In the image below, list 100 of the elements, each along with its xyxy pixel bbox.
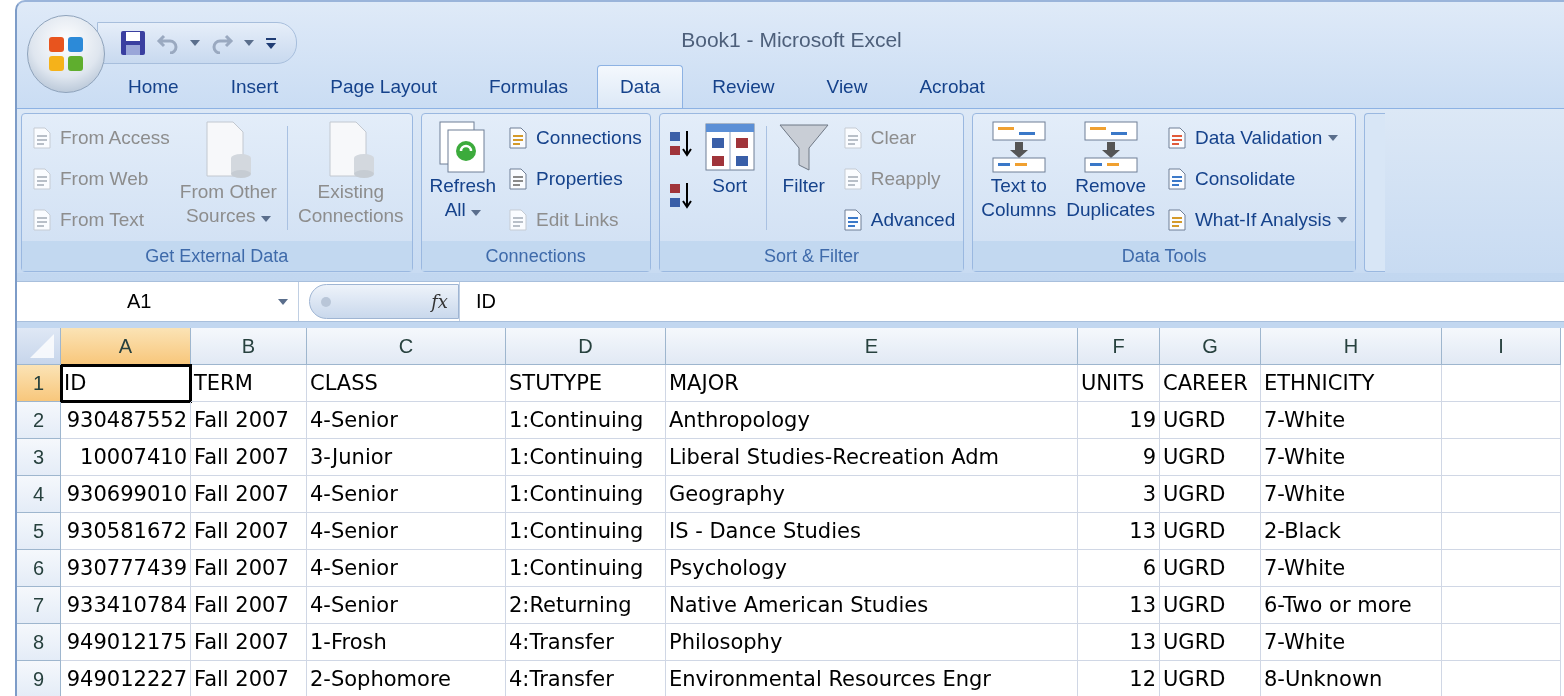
table-cell: UGRD <box>1160 587 1261 624</box>
table-cell: 930777439 <box>61 550 191 587</box>
row-header[interactable]: 4 <box>17 476 61 513</box>
table-cell: Liberal Studies-Recreation Adm <box>666 439 1078 476</box>
column-header[interactable]: F <box>1078 328 1160 365</box>
dropdown-caret-icon <box>278 298 288 305</box>
table-cell: Environmental Resources Engr <box>666 661 1078 696</box>
column-header[interactable]: H <box>1261 328 1442 365</box>
table-cell: 13 <box>1078 513 1160 550</box>
ribbon-button[interactable]: Consolidate <box>1164 161 1348 197</box>
table-cell: 4:Transfer <box>506 661 666 696</box>
table-cell: 930581672 <box>61 513 191 550</box>
table-cell: 4-Senior <box>307 402 506 439</box>
table-cell: UGRD <box>1160 513 1261 550</box>
document-icon <box>30 125 54 150</box>
customize-toolbar-icon[interactable] <box>264 36 278 50</box>
table-cell: Geography <box>666 476 1078 513</box>
table-cell: 3 <box>1078 476 1160 513</box>
column-header[interactable]: A <box>61 328 191 365</box>
table-cell: UGRD <box>1160 661 1261 696</box>
ribbon-button[interactable]: Advanced <box>840 202 956 238</box>
table-cell: CLASS <box>307 365 506 402</box>
ribbon-large-button[interactable]: Sort <box>703 120 756 199</box>
table-cell: 4-Senior <box>307 476 506 513</box>
table-cell: 6-Two or more <box>1261 587 1442 624</box>
column-header[interactable]: I <box>1442 328 1561 365</box>
group-title: Connections <box>421 241 650 272</box>
table-cell: Fall 2007 <box>191 624 307 661</box>
document-icon <box>30 166 54 191</box>
table-cell: 13 <box>1078 587 1160 624</box>
name-box[interactable]: A1 <box>17 282 299 321</box>
group-title: Sort & Filter <box>659 241 964 272</box>
table-cell: 7-White <box>1261 624 1442 661</box>
table-cell: 949012175 <box>61 624 191 661</box>
table-cell: UGRD <box>1160 550 1261 587</box>
column-header[interactable]: C <box>307 328 506 365</box>
table-cell: Fall 2007 <box>191 513 307 550</box>
ribbon-large-button[interactable]: Remove Duplicates <box>1066 120 1155 223</box>
ribbon-tab[interactable]: Review <box>689 66 798 109</box>
table-cell: 7-White <box>1261 476 1442 513</box>
table-cell: 9 <box>1078 439 1160 476</box>
ribbon-large-button[interactable]: Text to Columns <box>981 120 1057 223</box>
ribbon-large-button[interactable]: Refresh All <box>429 120 497 223</box>
row-header[interactable]: 8 <box>17 624 61 661</box>
window-title: Book1 - Microsoft Excel <box>681 28 902 52</box>
ribbon-tab[interactable]: Data <box>597 65 684 109</box>
table-cell: 1:Continuing <box>506 550 666 587</box>
formula-input[interactable]: ID <box>459 282 1564 321</box>
table-cell: 4-Senior <box>307 513 506 550</box>
ribbon-tab[interactable]: Home <box>105 66 202 109</box>
table-cell: 12 <box>1078 661 1160 696</box>
table-cell: 4:Transfer <box>506 624 666 661</box>
column-header[interactable]: G <box>1160 328 1261 365</box>
ribbon-tab[interactable]: Insert <box>207 66 302 109</box>
row-header[interactable]: 1 <box>17 365 61 402</box>
column-header[interactable]: D <box>506 328 666 365</box>
table-cell: Fall 2007 <box>191 550 307 587</box>
table-cell: UGRD <box>1160 402 1261 439</box>
row-header[interactable]: 7 <box>17 587 61 624</box>
table-cell: 7-White <box>1261 439 1442 476</box>
table-cell: STUTYPE <box>506 365 666 402</box>
ribbon-tab[interactable]: View <box>803 66 891 109</box>
table-cell: CAREER <box>1160 365 1261 402</box>
table-cell: 2-Black <box>1261 513 1442 550</box>
table-cell: 1:Continuing <box>506 513 666 550</box>
table-cell: MAJOR <box>666 365 1078 402</box>
group-title: Data Tools <box>973 241 1356 272</box>
row-header[interactable]: 2 <box>17 402 61 439</box>
insert-function-button[interactable]: fx <box>431 291 448 313</box>
circle-icon <box>320 295 332 308</box>
ribbon-button[interactable]: Properties <box>506 161 642 197</box>
row-header[interactable]: 9 <box>17 661 61 696</box>
table-cell: Fall 2007 <box>191 439 307 476</box>
row-header[interactable]: 6 <box>17 550 61 587</box>
table-cell: ETHNICITY <box>1261 365 1442 402</box>
table-cell: 1:Continuing <box>506 476 666 513</box>
table-cell: ID <box>61 365 191 402</box>
table-cell: 13 <box>1078 624 1160 661</box>
ribbon-tab[interactable]: Acrobat <box>896 66 1008 109</box>
table-cell: 4-Senior <box>307 550 506 587</box>
table-cell: Philosophy <box>666 624 1078 661</box>
table-cell: 7-White <box>1261 550 1442 587</box>
table-cell: 3-Junior <box>307 439 506 476</box>
column-header[interactable]: E <box>666 328 1078 365</box>
ribbon-button[interactable]: What-If Analysis <box>1164 202 1348 238</box>
table-cell: UGRD <box>1160 476 1261 513</box>
save-icon[interactable] <box>120 30 146 56</box>
row-header[interactable]: 3 <box>17 439 61 476</box>
ribbon-large-button[interactable]: Filter <box>776 120 831 199</box>
ribbon-tab[interactable]: Formulas <box>465 66 592 109</box>
table-cell: UGRD <box>1160 439 1261 476</box>
table-cell: 930487552 <box>61 402 191 439</box>
table-cell: UNITS <box>1078 365 1160 402</box>
table-cell: 4-Senior <box>307 587 506 624</box>
row-header[interactable]: 5 <box>17 513 61 550</box>
ribbon-tab[interactable]: Page Layout <box>307 66 460 109</box>
ribbon-button[interactable]: Connections <box>506 120 642 156</box>
ribbon-button[interactable]: Data Validation <box>1164 120 1348 156</box>
dropdown-caret-icon <box>190 40 200 46</box>
column-header[interactable]: B <box>191 328 307 365</box>
